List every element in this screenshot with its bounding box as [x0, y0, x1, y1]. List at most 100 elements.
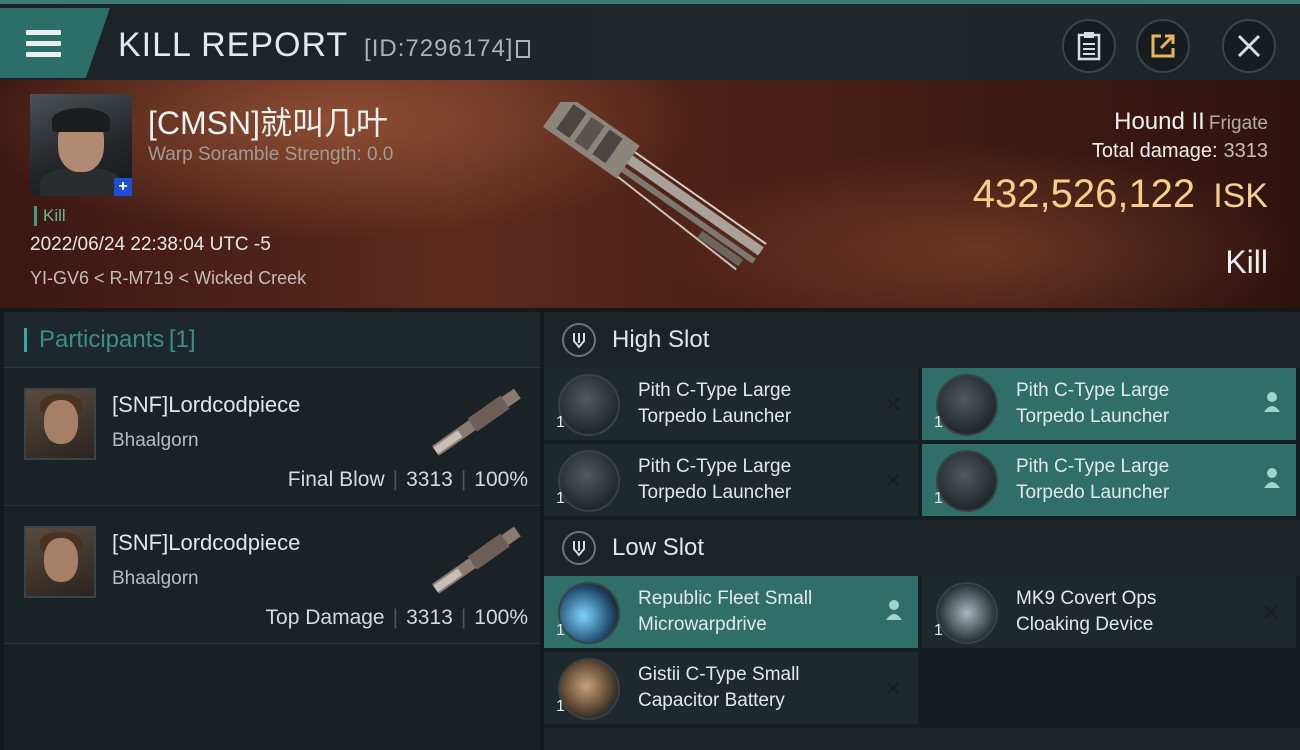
victim-ship-name[interactable]: Hound II Frigate [1114, 108, 1268, 136]
isk-value: 432,526,122 ISK [973, 172, 1268, 217]
participant-name: [SNF]Lordcodpiece [112, 530, 301, 555]
participant-role: Final Blow [287, 468, 385, 491]
torpedo-launcher-icon [936, 450, 998, 512]
module-item[interactable]: 1 Pith C-Type Large Torpedo Launcher ✕ [544, 444, 918, 516]
next-slot-header [544, 728, 1300, 750]
low-slot-label: Low Slot [612, 534, 705, 561]
cloaking-device-icon [936, 582, 998, 644]
participant-damage: 3313 [406, 606, 453, 629]
participant-role: Top Damage [265, 606, 385, 629]
participant-ship-image [432, 388, 521, 456]
module-name: Gistii C-Type Small Capacitor Battery [638, 662, 858, 714]
close-icon [1237, 34, 1261, 58]
module-name: Pith C-Type Large Torpedo Launcher [638, 378, 858, 430]
participant-damage: 3313 [406, 468, 453, 491]
menu-button[interactable] [0, 8, 110, 78]
dropped-person-icon [886, 600, 902, 620]
dropped-person-icon [1264, 392, 1280, 412]
empty-slot [922, 652, 1296, 724]
participant-ship: Bhaalgorn [112, 568, 199, 589]
kill-datetime: 2022/06/24 22:38:04 UTC -5 [30, 234, 271, 255]
participants-panel: Participants [1] [SNF]Lordcodpiece Bhaal… [4, 312, 540, 750]
module-name-line: Torpedo Launcher [1016, 482, 1170, 503]
module-name-line: MK9 Covert Ops [1016, 588, 1157, 609]
participant-avatar[interactable] [24, 388, 96, 460]
victim-ship-image [543, 102, 767, 271]
module-name-line: Capacitor Battery [638, 690, 785, 711]
fitting-panel: High Slot 1 Pith C-Type Large Torpedo Lau… [544, 312, 1300, 750]
module-item[interactable]: 1 Gistii C-Type Small Capacitor Battery ✕ [544, 652, 918, 724]
capacitor-battery-icon [558, 658, 620, 720]
module-name: Pith C-Type Large Torpedo Launcher [1016, 378, 1236, 430]
high-slot-icon [562, 323, 596, 357]
kill-tag: Kill [34, 206, 66, 226]
participants-header[interactable]: Participants [1] [4, 312, 540, 368]
add-contact-icon[interactable]: + [114, 178, 132, 196]
destroyed-icon: ✕ [883, 392, 902, 417]
module-name: Pith C-Type Large Torpedo Launcher [1016, 454, 1236, 506]
participant-name: [SNF]Lordcodpiece [112, 392, 301, 417]
title-text: KILL REPORT [118, 26, 348, 64]
total-damage-value: 3313 [1223, 140, 1269, 162]
module-quantity: 1 [556, 490, 565, 507]
isk-unit: ISK [1213, 177, 1268, 215]
microwarpdrive-icon [558, 582, 620, 644]
clipboard-button[interactable] [1062, 19, 1116, 73]
low-slot-icon [562, 531, 596, 565]
module-item[interactable]: 1 Republic Fleet Small Microwarpdrive [544, 576, 918, 648]
module-name-line: Republic Fleet Small [638, 588, 813, 609]
high-slot-label: High Slot [612, 326, 710, 353]
participant-percent: 100% [474, 606, 528, 629]
module-name-line: Pith C-Type Large [638, 456, 792, 477]
participants-count: [1] [168, 325, 196, 353]
module-name: MK9 Covert Ops Cloaking Device [1016, 586, 1236, 638]
module-quantity: 1 [934, 490, 943, 507]
participant-avatar[interactable] [24, 526, 96, 598]
clipboard-icon [1077, 32, 1101, 61]
module-item[interactable]: 1 Pith C-Type Large Torpedo Launcher [922, 368, 1296, 440]
module-item[interactable]: 1 MK9 Covert Ops Cloaking Device ✕ [922, 576, 1296, 648]
copy-icon[interactable] [516, 40, 531, 58]
high-slot-header: High Slot [544, 312, 1300, 368]
isk-amount: 432,526,122 [972, 172, 1196, 216]
destroyed-icon: ✕ [883, 676, 902, 701]
kill-location: YI-GV6 < R-M719 < Wicked Creek [30, 268, 307, 288]
participant-row[interactable]: [SNF]Lordcodpiece Bhaalgorn Top Damage | 3… [4, 506, 540, 644]
module-quantity: 1 [556, 698, 565, 715]
victim-name[interactable]: [CMSN]就叫几叶 [148, 98, 388, 144]
module-name-line: Torpedo Launcher [638, 482, 792, 503]
module-item[interactable]: 1 Pith C-Type Large Torpedo Launcher ✕ [544, 368, 918, 440]
kill-result: Kill [1225, 244, 1268, 280]
module-item[interactable]: 1 Pith C-Type Large Torpedo Launcher [922, 444, 1296, 516]
low-slot-grid: 1 Republic Fleet Small Microwarpdrive 1 M… [544, 576, 1300, 728]
total-damage: Total damage: 3313 [1092, 140, 1268, 163]
module-name-line: Cloaking Device [1016, 614, 1154, 635]
participants-title: Participants [39, 325, 165, 353]
participant-row[interactable]: [SNF]Lordcodpiece Bhaalgorn Final Blow | 3… [4, 368, 540, 506]
torpedo-launcher-icon [558, 450, 620, 512]
low-slot-header: Low Slot [544, 520, 1300, 576]
top-bar: KILL REPORT [ID:7296174] [0, 0, 1300, 80]
module-name-line: Gistii C-Type Small [638, 664, 800, 685]
module-name-line: Pith C-Type Large [1016, 456, 1170, 477]
total-damage-label: Total damage: [1091, 140, 1218, 162]
warp-scramble-strength: Warp Soramble Strength: 0.0 [148, 144, 394, 165]
high-slot-grid: 1 Pith C-Type Large Torpedo Launcher ✕ 1 … [544, 368, 1300, 520]
module-name-line: Torpedo Launcher [638, 406, 792, 427]
dropped-person-icon [1264, 468, 1280, 488]
close-button[interactable] [1222, 19, 1276, 73]
share-button[interactable] [1136, 19, 1190, 73]
kill-summary-panel: + [CMSN]就叫几叶 Warp Soramble Strength: 0.0… [0, 80, 1300, 308]
module-name-line: Torpedo Launcher [1016, 406, 1170, 427]
participant-stats: Top Damage | 3313 | 100% [265, 606, 528, 629]
participant-ship: Bhaalgorn [112, 430, 199, 451]
module-quantity: 1 [556, 414, 565, 431]
destroyed-icon: ✕ [883, 468, 902, 493]
module-quantity: 1 [934, 414, 943, 431]
torpedo-launcher-icon [936, 374, 998, 436]
module-name: Pith C-Type Large Torpedo Launcher [638, 454, 858, 506]
module-name-line: Pith C-Type Large [1016, 380, 1170, 401]
torpedo-launcher-icon [558, 374, 620, 436]
report-id: [ID:7296174] [364, 35, 514, 62]
ship-class: Frigate [1208, 113, 1268, 134]
